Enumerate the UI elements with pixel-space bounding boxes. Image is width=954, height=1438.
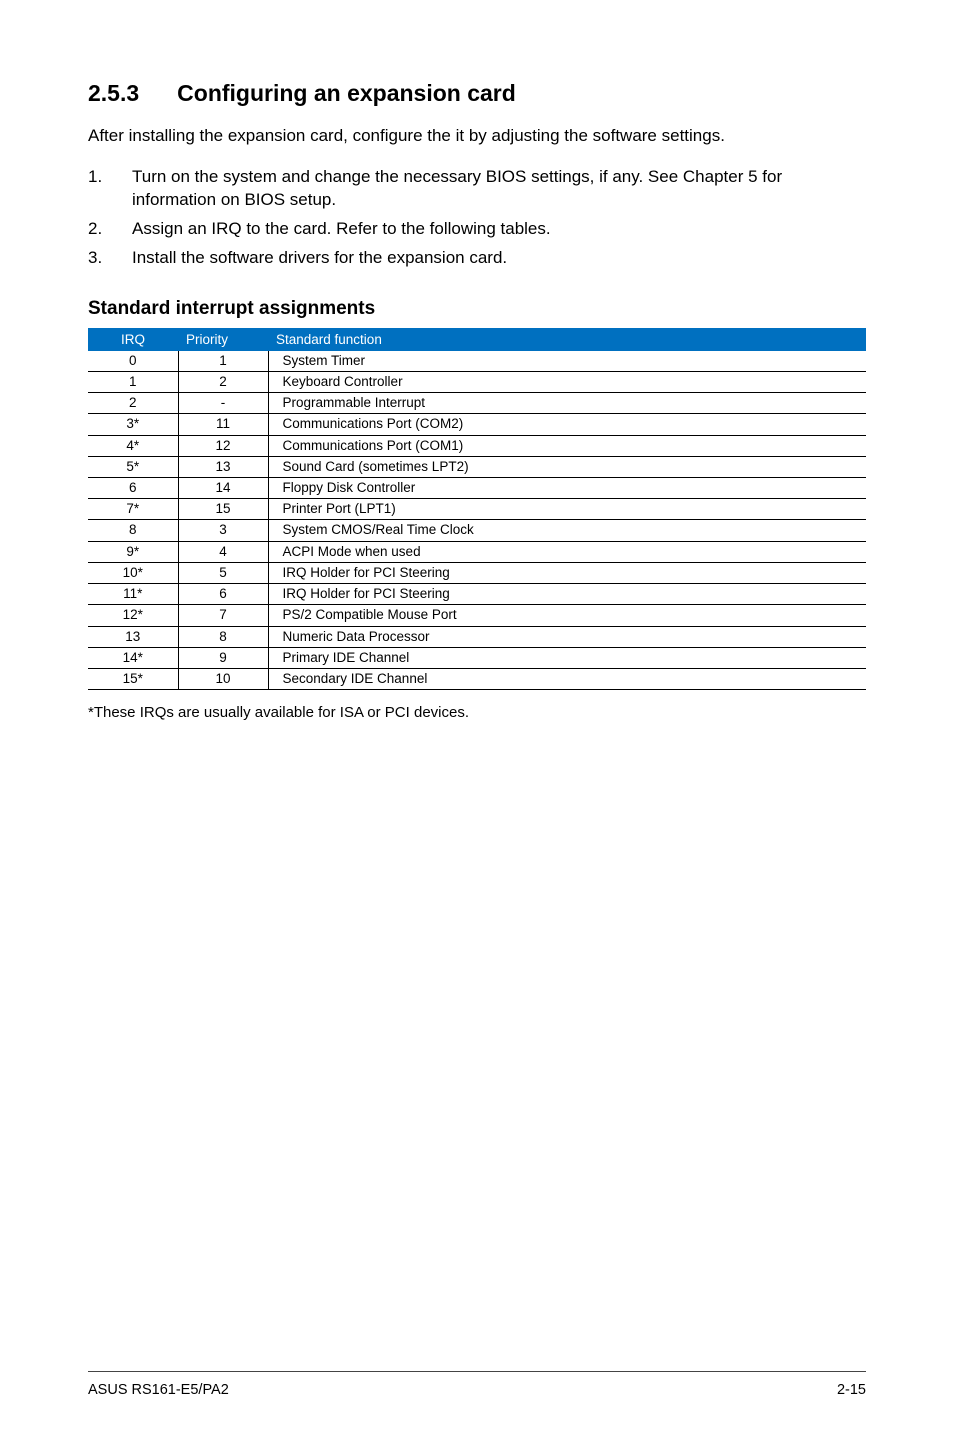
table-row: 12Keyboard Controller — [88, 371, 866, 392]
subsection-heading: Standard interrupt assignments — [88, 298, 866, 320]
footer-right: 2-15 — [837, 1382, 866, 1398]
table-row: 138Numeric Data Processor — [88, 626, 866, 647]
cell-priority: 4 — [178, 541, 268, 562]
cell-priority: 13 — [178, 456, 268, 477]
table-row: 9*4ACPI Mode when used — [88, 541, 866, 562]
cell-irq: 0 — [88, 351, 178, 372]
cell-irq: 14* — [88, 647, 178, 668]
cell-priority: 3 — [178, 520, 268, 541]
cell-priority: 8 — [178, 626, 268, 647]
cell-function: Keyboard Controller — [268, 371, 866, 392]
section-title: Configuring an expansion card — [177, 80, 516, 107]
cell-irq: 9* — [88, 541, 178, 562]
col-header-function: Standard function — [268, 328, 866, 351]
table-row: 14*9Primary IDE Channel — [88, 647, 866, 668]
cell-priority: 5 — [178, 562, 268, 583]
cell-function: ACPI Mode when used — [268, 541, 866, 562]
cell-priority: 9 — [178, 647, 268, 668]
table-row: 15*10Secondary IDE Channel — [88, 668, 866, 689]
table-row: 2-Programmable Interrupt — [88, 393, 866, 414]
cell-irq: 11* — [88, 584, 178, 605]
irq-assignments-table: IRQ Priority Standard function 01System … — [88, 328, 866, 691]
cell-priority: 7 — [178, 605, 268, 626]
cell-function: Numeric Data Processor — [268, 626, 866, 647]
cell-irq: 2 — [88, 393, 178, 414]
cell-priority: 1 — [178, 351, 268, 372]
cell-irq: 15* — [88, 668, 178, 689]
step-number: 3. — [88, 247, 132, 270]
section-number: 2.5.3 — [88, 80, 139, 107]
section-heading: 2.5.3 Configuring an expansion card — [88, 80, 866, 107]
cell-priority: - — [178, 393, 268, 414]
cell-function: PS/2 Compatible Mouse Port — [268, 605, 866, 626]
step-text: Turn on the system and change the necess… — [132, 166, 866, 212]
cell-priority: 6 — [178, 584, 268, 605]
col-header-irq: IRQ — [88, 328, 178, 351]
cell-priority: 2 — [178, 371, 268, 392]
cell-irq: 5* — [88, 456, 178, 477]
cell-irq: 7* — [88, 499, 178, 520]
table-row: 11*6IRQ Holder for PCI Steering — [88, 584, 866, 605]
cell-priority: 12 — [178, 435, 268, 456]
cell-irq: 3* — [88, 414, 178, 435]
step-number: 2. — [88, 218, 132, 241]
table-footnote: *These IRQs are usually available for IS… — [88, 704, 866, 721]
cell-function: Communications Port (COM2) — [268, 414, 866, 435]
steps-list: 1. Turn on the system and change the nec… — [88, 166, 866, 276]
cell-priority: 14 — [178, 478, 268, 499]
cell-priority: 10 — [178, 668, 268, 689]
cell-irq: 13 — [88, 626, 178, 647]
cell-irq: 8 — [88, 520, 178, 541]
table-row: 3*11Communications Port (COM2) — [88, 414, 866, 435]
table-row: 7*15Printer Port (LPT1) — [88, 499, 866, 520]
step-text: Assign an IRQ to the card. Refer to the … — [132, 218, 866, 241]
step-number: 1. — [88, 166, 132, 212]
cell-priority: 15 — [178, 499, 268, 520]
cell-function: IRQ Holder for PCI Steering — [268, 562, 866, 583]
table-row: 01System Timer — [88, 351, 866, 372]
cell-function: IRQ Holder for PCI Steering — [268, 584, 866, 605]
cell-irq: 4* — [88, 435, 178, 456]
list-item: 2. Assign an IRQ to the card. Refer to t… — [88, 218, 866, 241]
cell-function: Printer Port (LPT1) — [268, 499, 866, 520]
cell-function: Floppy Disk Controller — [268, 478, 866, 499]
list-item: 1. Turn on the system and change the nec… — [88, 166, 866, 212]
intro-paragraph: After installing the expansion card, con… — [88, 125, 866, 148]
cell-function: Programmable Interrupt — [268, 393, 866, 414]
cell-irq: 6 — [88, 478, 178, 499]
cell-irq: 1 — [88, 371, 178, 392]
cell-priority: 11 — [178, 414, 268, 435]
step-text: Install the software drivers for the exp… — [132, 247, 866, 270]
cell-function: Sound Card (sometimes LPT2) — [268, 456, 866, 477]
cell-function: Communications Port (COM1) — [268, 435, 866, 456]
footer-left: ASUS RS161-E5/PA2 — [88, 1382, 229, 1398]
col-header-priority: Priority — [178, 328, 268, 351]
table-row: 12*7PS/2 Compatible Mouse Port — [88, 605, 866, 626]
table-row: 83System CMOS/Real Time Clock — [88, 520, 866, 541]
cell-function: Secondary IDE Channel — [268, 668, 866, 689]
table-row: 614Floppy Disk Controller — [88, 478, 866, 499]
cell-irq: 12* — [88, 605, 178, 626]
cell-function: System Timer — [268, 351, 866, 372]
table-row: 10*5IRQ Holder for PCI Steering — [88, 562, 866, 583]
list-item: 3. Install the software drivers for the … — [88, 247, 866, 270]
table-row: 4*12Communications Port (COM1) — [88, 435, 866, 456]
table-header-row: IRQ Priority Standard function — [88, 328, 866, 351]
cell-function: Primary IDE Channel — [268, 647, 866, 668]
table-row: 5*13Sound Card (sometimes LPT2) — [88, 456, 866, 477]
cell-function: System CMOS/Real Time Clock — [268, 520, 866, 541]
page-footer: ASUS RS161-E5/PA2 2-15 — [88, 1371, 866, 1398]
cell-irq: 10* — [88, 562, 178, 583]
